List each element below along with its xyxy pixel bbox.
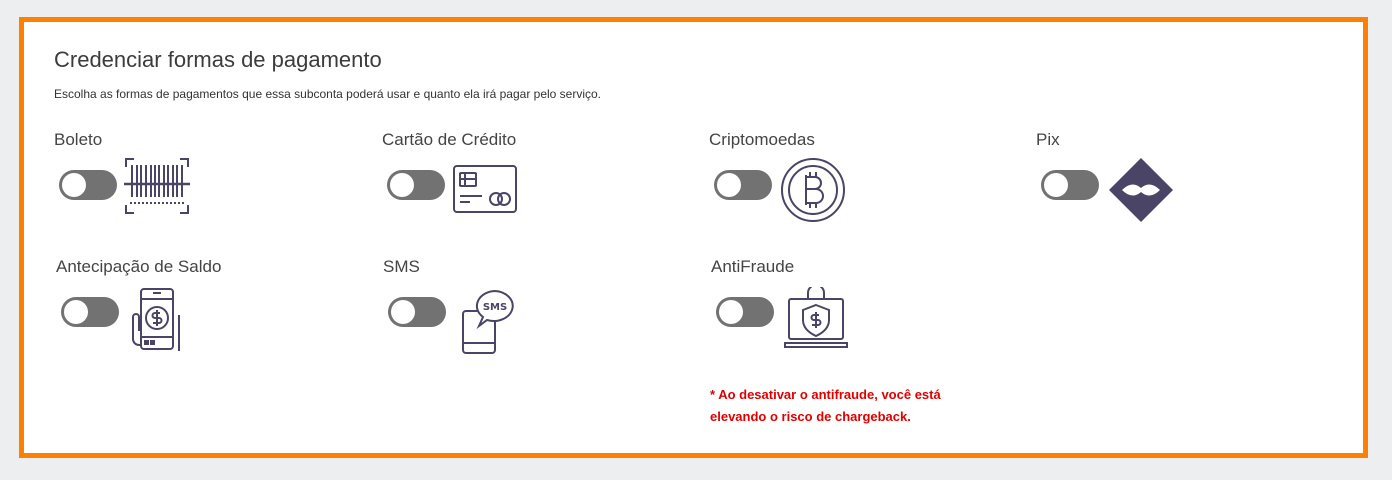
pix-toggle[interactable]	[1041, 170, 1099, 200]
method-label: AntiFraude	[711, 257, 795, 276]
credit-card-icon	[453, 165, 517, 213]
method-antifraude: AntiFraude	[711, 257, 1031, 367]
method-cartao: Cartão de Crédito	[382, 130, 702, 240]
toggle-knob	[719, 300, 743, 324]
boleto-toggle[interactable]	[59, 170, 117, 200]
method-label: Antecipação de Saldo	[56, 257, 222, 276]
method-label: Boleto	[54, 130, 103, 149]
mobile-money-icon	[132, 288, 180, 351]
method-label: Criptomoedas	[709, 130, 815, 149]
toggle-knob	[1044, 173, 1068, 197]
antecipacao-toggle[interactable]	[61, 297, 119, 327]
method-label: Cartão de Crédito	[382, 130, 517, 149]
cripto-toggle[interactable]	[714, 170, 772, 200]
sms-icon: SMS	[462, 289, 514, 354]
warning-line-2: elevando o risco de chargeback.	[710, 409, 911, 424]
bitcoin-icon	[781, 158, 845, 222]
method-cripto: Criptomoedas	[709, 130, 1029, 240]
toggle-knob	[391, 300, 415, 324]
barcode-icon	[124, 158, 190, 214]
payment-methods-panel: Credenciar formas de pagamento Escolha a…	[19, 17, 1368, 458]
method-sms: SMS SMS	[383, 257, 703, 367]
toggle-knob	[390, 173, 414, 197]
method-label: SMS	[383, 257, 420, 276]
toggle-knob	[717, 173, 741, 197]
laptop-shield-lock-icon	[784, 287, 848, 348]
method-antecipacao: Antecipação de Saldo	[56, 257, 376, 367]
antifraude-warning: * Ao desativar o antifraude, você está e…	[710, 384, 1010, 428]
method-label: Pix	[1036, 130, 1060, 149]
toggle-knob	[64, 300, 88, 324]
antifraude-toggle[interactable]	[716, 297, 774, 327]
toggle-knob	[62, 173, 86, 197]
page-subtitle: Escolha as formas de pagamentos que essa…	[54, 87, 602, 101]
method-pix: Pix	[1036, 130, 1356, 240]
method-boleto: Boleto	[54, 130, 374, 240]
sms-toggle[interactable]	[388, 297, 446, 327]
warning-line-1: * Ao desativar o antifraude, você está	[710, 387, 941, 402]
cartao-toggle[interactable]	[387, 170, 445, 200]
pix-icon	[1109, 158, 1173, 222]
page-title: Credenciar formas de pagamento	[54, 47, 382, 72]
svg-text:SMS: SMS	[483, 302, 507, 313]
